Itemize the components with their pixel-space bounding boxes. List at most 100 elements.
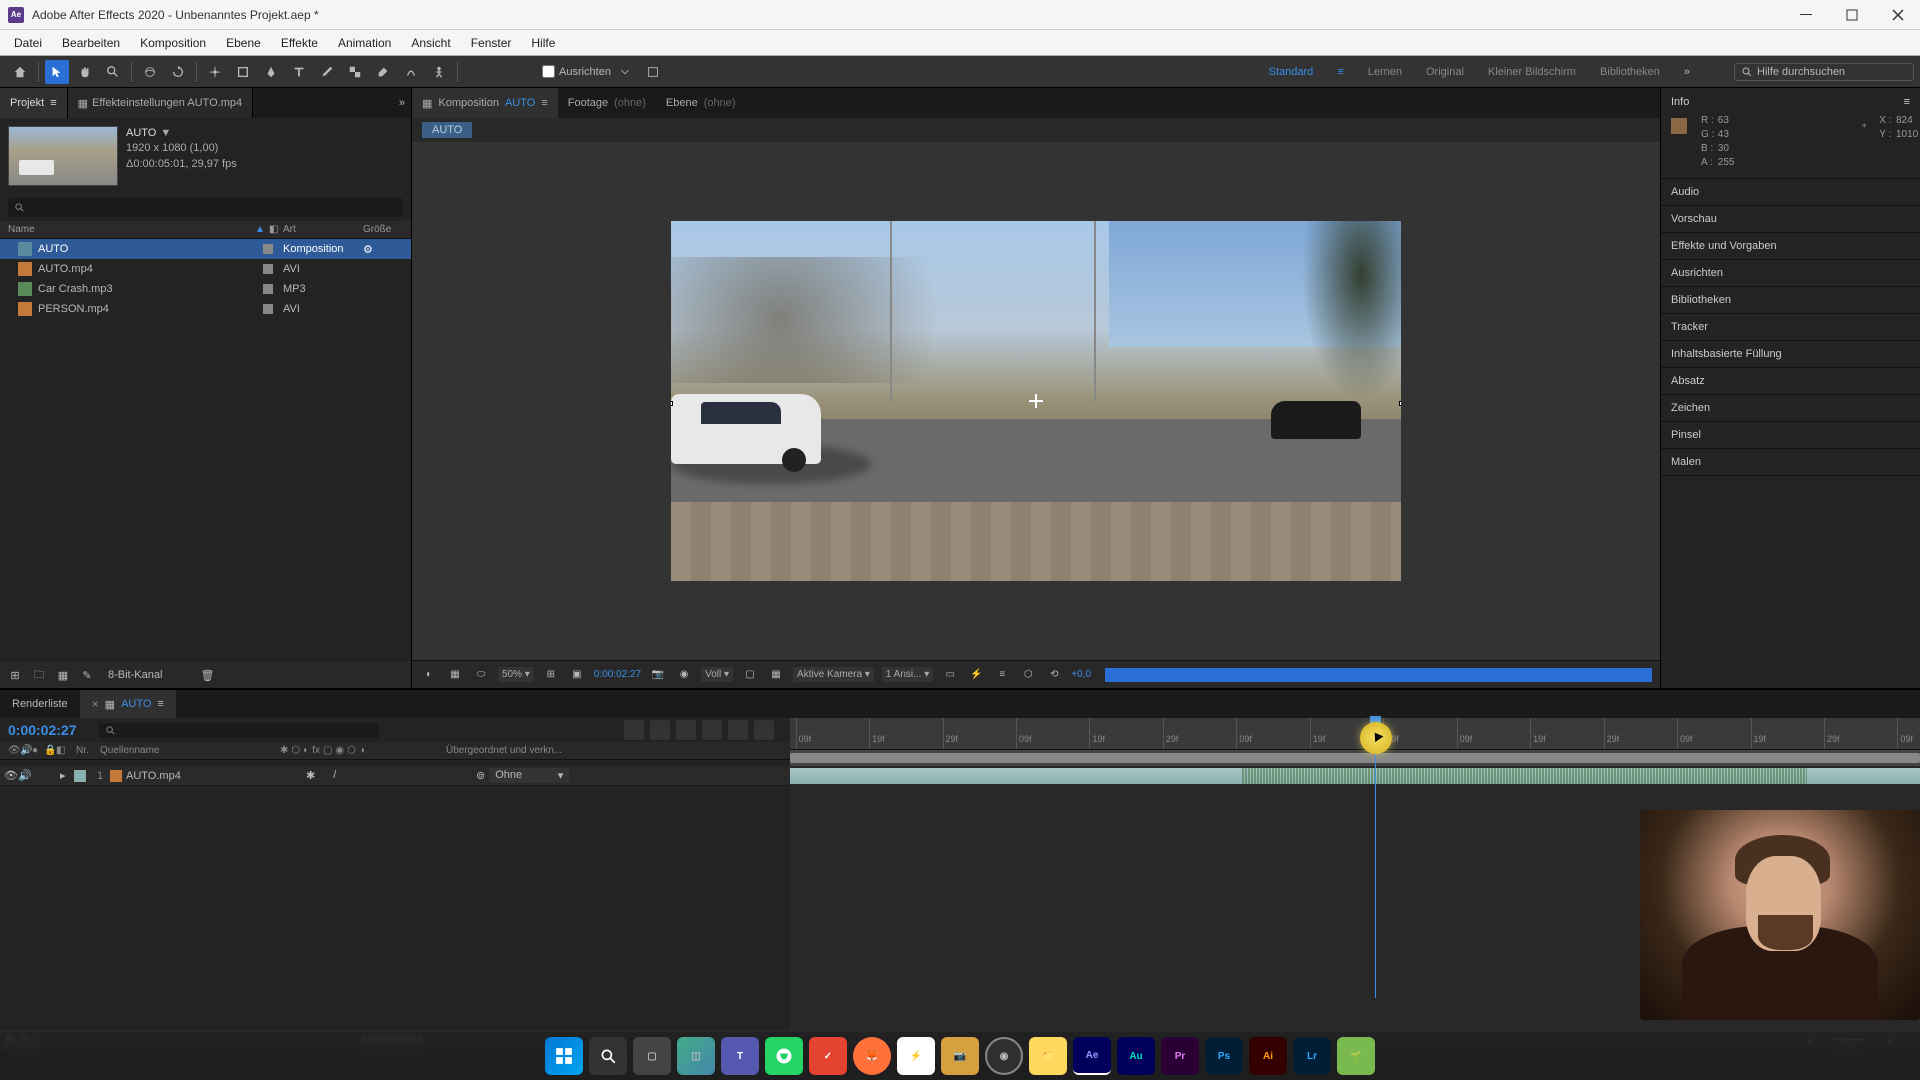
tab-footage[interactable]: Footage (ohne): [558, 88, 656, 118]
visibility-toggle[interactable]: 👁: [4, 769, 18, 782]
playhead[interactable]: [1375, 718, 1376, 998]
workspace-bibliotheken[interactable]: Bibliotheken: [1600, 66, 1660, 78]
audio-toggle[interactable]: 🔊: [18, 769, 32, 782]
taskbar-task-view[interactable]: ▢: [633, 1037, 671, 1075]
taskbar-misc[interactable]: 🌱: [1337, 1037, 1375, 1075]
fast-preview-icon[interactable]: ⚡: [967, 666, 985, 684]
workspace-overflow-icon[interactable]: »: [1684, 66, 1690, 78]
panel-zeichen[interactable]: Zeichen: [1661, 395, 1920, 422]
lock-icon[interactable]: ▦: [422, 97, 432, 110]
taskbar-firefox[interactable]: 🦊: [853, 1037, 891, 1075]
pen-tool[interactable]: [259, 60, 283, 84]
speaker-column-icon[interactable]: 🔊: [16, 745, 28, 756]
guides-icon[interactable]: ▣: [568, 666, 586, 684]
shy-switch[interactable]: ✱: [306, 769, 315, 782]
panel-ausrichten[interactable]: Ausrichten: [1661, 260, 1920, 287]
flowchart-icon[interactable]: ⬡: [1019, 666, 1037, 684]
home-icon[interactable]: [8, 60, 32, 84]
panel-absatz[interactable]: Absatz: [1661, 368, 1920, 395]
parent-dropdown[interactable]: Ohne ▾: [489, 768, 569, 783]
taskbar-explorer[interactable]: 📁: [1029, 1037, 1067, 1075]
menu-datei[interactable]: Datei: [4, 32, 52, 54]
text-tool[interactable]: [287, 60, 311, 84]
composition-viewer[interactable]: [412, 142, 1660, 660]
comp-mini-flowchart-icon[interactable]: [624, 720, 644, 740]
workspace-standard[interactable]: Standard: [1269, 66, 1314, 78]
tab-ebene[interactable]: Ebene (ohne): [656, 88, 746, 118]
col-size[interactable]: Größe: [363, 224, 403, 235]
hand-tool[interactable]: [73, 60, 97, 84]
taskbar-obs[interactable]: ◉: [985, 1037, 1023, 1075]
eye-column-icon[interactable]: 👁: [4, 745, 16, 756]
brush-tool[interactable]: [315, 60, 339, 84]
taskbar-after-effects[interactable]: Ae: [1073, 1037, 1111, 1075]
minimize-button[interactable]: [1792, 5, 1820, 25]
workspace-kleiner[interactable]: Kleiner Bildschirm: [1488, 66, 1576, 78]
clone-tool[interactable]: [343, 60, 367, 84]
pickwhip-icon[interactable]: ⊚: [476, 769, 485, 782]
taskbar-widgets[interactable]: ◫: [677, 1037, 715, 1075]
panel-audio[interactable]: Audio: [1661, 179, 1920, 206]
taskbar-teams[interactable]: T: [721, 1037, 759, 1075]
taskbar-camera[interactable]: 📷: [941, 1037, 979, 1075]
timeline-ruler[interactable]: 09f 19f 29f 09f 19f 29f 09f 19f 29f 09f …: [790, 718, 1920, 750]
snapshot-icon[interactable]: 📷: [649, 666, 667, 684]
zoom-tool[interactable]: [101, 60, 125, 84]
project-item-auto[interactable]: AUTO Komposition ⚙: [0, 239, 411, 259]
transparency-icon[interactable]: ▦: [446, 666, 464, 684]
project-item-auto-mp4[interactable]: AUTO.mp4 AVI: [0, 259, 411, 279]
dropdown-icon[interactable]: ▼: [160, 126, 171, 141]
col-name[interactable]: Name: [8, 224, 255, 235]
menu-fenster[interactable]: Fenster: [461, 32, 522, 54]
menu-ebene[interactable]: Ebene: [216, 32, 271, 54]
workspace-lernen[interactable]: Lernen: [1368, 66, 1402, 78]
menu-komposition[interactable]: Komposition: [130, 32, 216, 54]
transform-handle[interactable]: [671, 401, 673, 406]
panel-menu-icon[interactable]: ≡: [1904, 96, 1910, 108]
lock-icon[interactable]: ▦: [105, 698, 115, 711]
timeline-timecode[interactable]: 0:00:02:27: [8, 722, 77, 738]
bit-depth-label[interactable]: 8-Bit-Kanal: [108, 669, 162, 681]
label-col-icon[interactable]: ◧: [269, 224, 283, 235]
menu-ansicht[interactable]: Ansicht: [401, 32, 460, 54]
start-button[interactable]: [545, 1037, 583, 1075]
taskbar-audition[interactable]: Au: [1117, 1037, 1155, 1075]
eraser-tool[interactable]: [371, 60, 395, 84]
delete-icon[interactable]: 🗑: [198, 666, 216, 684]
panel-bibliotheken[interactable]: Bibliotheken: [1661, 287, 1920, 314]
video-preview[interactable]: [671, 221, 1401, 581]
taskbar-app[interactable]: ⚡: [897, 1037, 935, 1075]
taskbar-illustrator[interactable]: Ai: [1249, 1037, 1287, 1075]
tab-komposition[interactable]: ▦ Komposition AUTO ≡: [412, 88, 558, 118]
taskbar-todoist[interactable]: ✓: [809, 1037, 847, 1075]
new-comp-icon[interactable]: ▦: [54, 666, 72, 684]
tab-renderliste[interactable]: Renderliste: [0, 690, 80, 718]
timeline-icon[interactable]: ≡: [993, 666, 1011, 684]
panel-tracker[interactable]: Tracker: [1661, 314, 1920, 341]
default-tool[interactable]: [641, 60, 665, 84]
layer-duration-bar[interactable]: [790, 768, 1920, 784]
panel-effekte[interactable]: Effekte und Vorgaben: [1661, 233, 1920, 260]
motion-blur-icon[interactable]: [728, 720, 748, 740]
snap-checkbox[interactable]: [542, 65, 555, 78]
panel-pinsel[interactable]: Pinsel: [1661, 422, 1920, 449]
roto-tool[interactable]: [399, 60, 423, 84]
label-column-icon[interactable]: ◧: [52, 745, 72, 756]
label-swatch[interactable]: [263, 264, 273, 274]
tab-projekt[interactable]: Projekt ≡: [0, 88, 68, 118]
pixel-aspect-icon[interactable]: ▭: [941, 666, 959, 684]
anchor-point-icon[interactable]: [1029, 394, 1043, 408]
maximize-button[interactable]: [1838, 5, 1866, 25]
orbit-tool[interactable]: [138, 60, 162, 84]
label-swatch[interactable]: [263, 244, 273, 254]
col-type[interactable]: Art: [283, 224, 363, 235]
channel-icon[interactable]: ◉: [675, 666, 693, 684]
resolution-dropdown[interactable]: Voll ▾: [701, 667, 733, 682]
label-swatch[interactable]: [263, 284, 273, 294]
zoom-dropdown[interactable]: 50% ▾: [498, 667, 534, 682]
taskbar-search[interactable]: [589, 1037, 627, 1075]
timeline-layer-1[interactable]: 👁 🔊 ▸ 1 AUTO.mp4 ✱ / ⊚ Ohne: [0, 766, 790, 786]
workspace-original[interactable]: Original: [1426, 66, 1464, 78]
transparency-grid-icon[interactable]: ▦: [767, 666, 785, 684]
transform-handle[interactable]: [1399, 401, 1401, 406]
